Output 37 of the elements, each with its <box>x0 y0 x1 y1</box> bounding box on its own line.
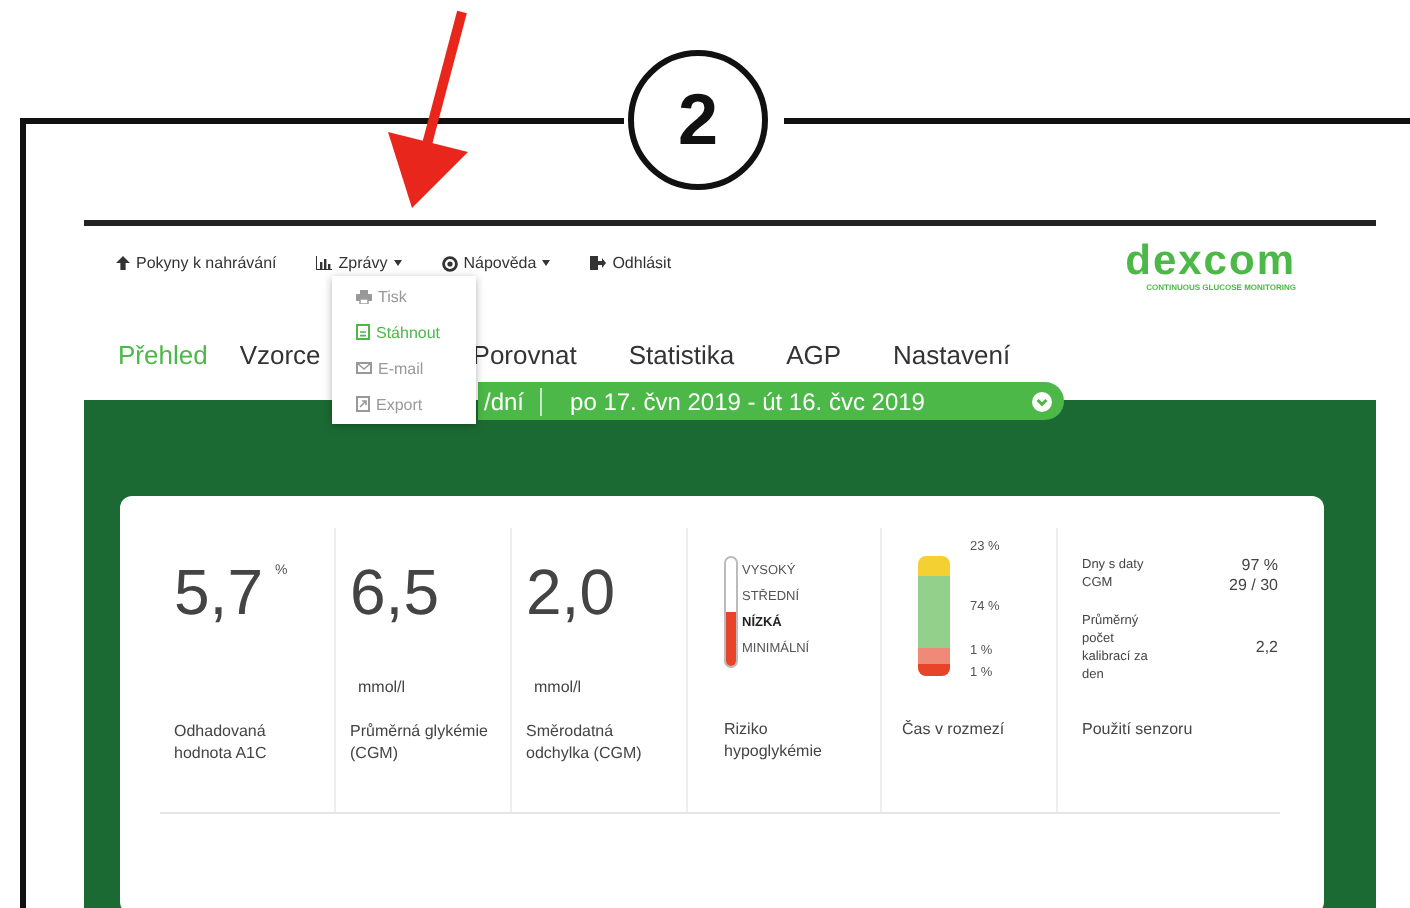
metric-label: Průměrná glykémie (CGM) <box>350 720 490 764</box>
upload-icon <box>116 256 130 270</box>
usage-value: 2,2 <box>1255 638 1278 658</box>
nav-link[interactable]: Pokyny k nahrávání <box>116 254 277 272</box>
metric-label: Riziko hypoglykémie <box>724 718 824 762</box>
nav-link[interactable]: Nápověda <box>441 254 551 272</box>
tab[interactable]: Nastavení <box>893 340 1011 370</box>
usage-value: 97 % <box>1241 556 1278 576</box>
metric-unit: mmol/l <box>356 678 406 696</box>
metric-label: Použití senzoru <box>1082 718 1195 740</box>
chevron-down-icon <box>1032 391 1052 411</box>
lifebuoy-icon <box>441 255 458 271</box>
metric-label: Směrodatná odchylka (CGM) <box>526 720 644 764</box>
metric-unit: mmol/l <box>532 678 582 696</box>
document-icon <box>356 324 370 340</box>
tab[interactable]: Vzorce <box>239 340 321 370</box>
logo: dexcom <box>1125 242 1296 282</box>
nav-link[interactable]: Zprávy <box>316 254 402 272</box>
risk-gauge <box>724 556 738 668</box>
date-range: po 17. čvn 2019 - út 16. čvc 2019 <box>570 387 927 415</box>
bar-chart-icon <box>316 256 333 270</box>
metric-value: 2,0 <box>526 556 615 628</box>
metric-value: 5,7 <box>174 556 263 628</box>
metric-label: Odhadovaná hodnota A1C <box>174 720 269 764</box>
metric-value: 6,5 <box>350 556 439 628</box>
tab[interactable]: Statistika <box>628 340 735 370</box>
file-export-icon <box>356 396 370 412</box>
tab[interactable]: AGP <box>786 340 842 370</box>
usage-value: 29 / 30 <box>1229 576 1278 596</box>
step-badge: 2 <box>628 50 768 190</box>
envelope-icon <box>356 362 372 374</box>
period-label: /dní <box>484 387 525 415</box>
logout-icon <box>590 256 607 270</box>
printer-icon <box>356 289 372 303</box>
tab[interactable]: Porovnat <box>472 340 577 370</box>
metric-label: Čas v rozmezí <box>902 718 1007 740</box>
nav-link[interactable]: Odhlásit <box>590 254 672 272</box>
